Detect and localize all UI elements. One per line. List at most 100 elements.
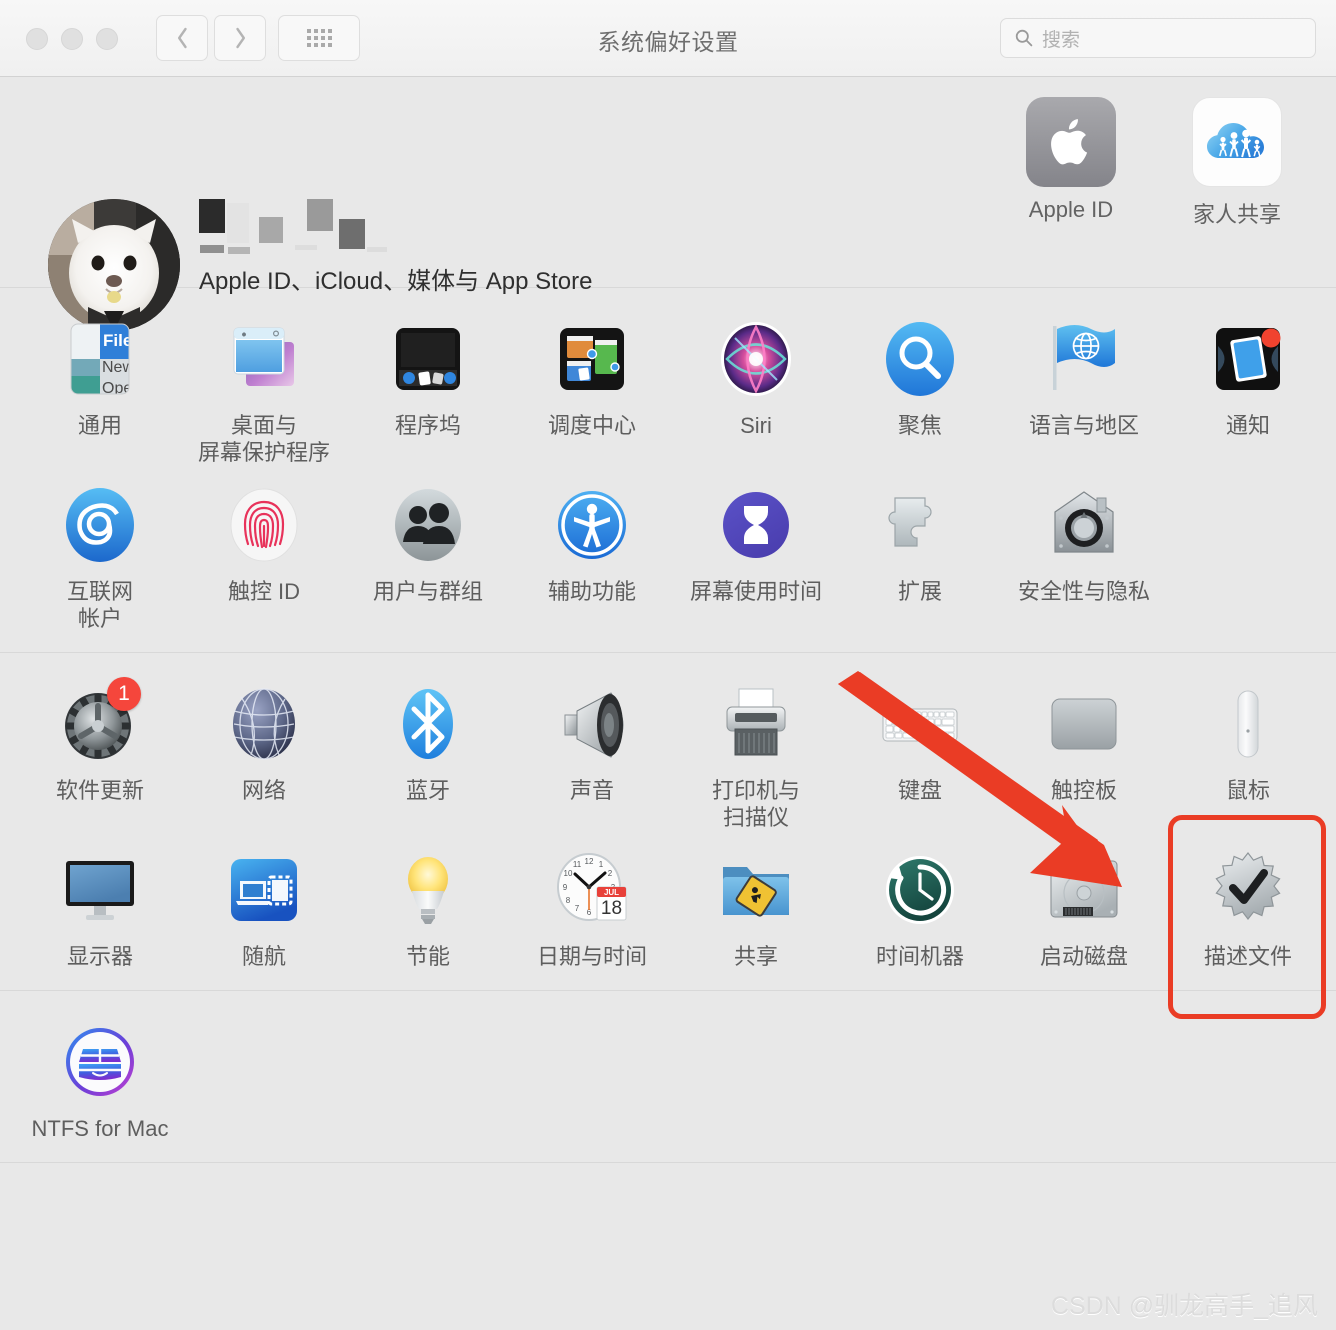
mission-control-icon [549,316,635,402]
svg-text:2: 2 [608,869,613,878]
date-time-icon: 1212 345 678 91011 JUL 18 [549,847,635,933]
users-groups-icon [385,482,471,568]
pane-software-update[interactable]: 1 软件更新 [18,671,182,837]
pane-spotlight[interactable]: 聚焦 [838,306,1002,472]
pane-ntfs-for-mac[interactable]: NTFS for Mac [18,1009,182,1148]
apple-id-section[interactable]: Apple ID、iCloud、媒体与 App Store Apple ID 家… [0,77,1336,331]
pane-label: 辅助功能 [547,579,636,604]
family-sharing-tile-icon [1192,97,1282,187]
pane-label: 扩展 [897,579,942,604]
account-text: Apple ID、iCloud、媒体与 App Store [199,199,593,296]
pane-internet-accounts[interactable]: 互联网 帐户 [18,472,182,638]
pane-screen-time[interactable]: 屏幕使用时间 [674,472,838,638]
pane-users-groups[interactable]: 用户与群组 [346,472,510,638]
notifications-icon [1205,316,1291,402]
search-input[interactable]: 搜索 [1000,18,1316,58]
pane-label: 网络 [241,778,286,803]
general-icon: File New Ope [57,316,143,402]
pane-label: 用户与群组 [372,579,483,604]
pane-label: 时间机器 [875,944,964,969]
svg-text:File: File [103,331,132,350]
pane-sharing[interactable]: 共享 [674,837,838,976]
sharing-icon [713,847,799,933]
watermark: CSDN @驯龙高手_追风 [1050,1292,1318,1320]
pane-bluetooth[interactable]: 蓝牙 [346,671,510,837]
pane-sidecar[interactable]: 随航 [182,837,346,976]
svg-text:JUL: JUL [604,888,619,897]
siri-icon [713,316,799,402]
pane-mouse[interactable]: 鼠标 [1166,671,1330,837]
pane-keyboard[interactable]: 键盘 [838,671,1002,837]
pane-apple-id[interactable]: Apple ID [1016,97,1126,229]
pane-label: 程序坞 [394,413,461,438]
startup-disk-icon [1041,847,1127,933]
account-name-redacted [199,199,429,261]
pane-family-sharing[interactable]: 家人共享 [1182,97,1292,229]
pane-row: File New Ope 通用 桌面与 屏幕保护程序 程序坞 调度中心 Siri… [0,306,1336,472]
time-machine-icon [877,847,963,933]
pane-label: 桌面与 屏幕保护程序 [197,413,330,465]
keyboard-icon [877,681,963,767]
pane-printers-scanners[interactable]: 打印机与 扫描仪 [674,671,838,837]
pane-language-region[interactable]: 语言与地区 [1002,306,1166,472]
pane-label: 打印机与 扫描仪 [711,778,800,830]
screen-time-icon [713,482,799,568]
pane-dock[interactable]: 程序坞 [346,306,510,472]
pane-label: 启动磁盘 [1039,944,1128,969]
pane-accessibility[interactable]: 辅助功能 [510,472,674,638]
pane-label: 键盘 [897,778,942,803]
spotlight-icon [877,316,963,402]
sound-icon [549,681,635,767]
pane-row: 1 软件更新 网络 蓝牙 声音 打印机与 扫描仪 键盘 触控板 鼠标 [0,671,1336,837]
software-update-icon: 1 [57,677,143,767]
pane-label: 声音 [569,778,614,803]
pane-label: 安全性与隐私 [1017,579,1150,604]
profiles-icon [1205,847,1291,933]
pane-label: 显示器 [66,944,133,969]
pane-label: 蓝牙 [405,778,450,803]
language-region-icon [1041,316,1127,402]
pane-label: 随航 [241,944,286,969]
pane-date-time[interactable]: 1212 345 678 91011 JUL 18 日期与时间 [510,837,674,976]
pane-network[interactable]: 网络 [182,671,346,837]
window-titlebar: 系统偏好设置 搜索 [0,0,1336,77]
apple-id-tile-label: Apple ID [1028,197,1114,222]
pane-desktop-screensaver[interactable]: 桌面与 屏幕保护程序 [182,306,346,472]
pane-group-thirdparty: NTFS for Mac [0,991,1336,1163]
svg-text:8: 8 [566,896,571,905]
account-subtitle: Apple ID、iCloud、媒体与 App Store [199,268,593,295]
pane-sound[interactable]: 声音 [510,671,674,837]
pane-trackpad[interactable]: 触控板 [1002,671,1166,837]
pane-label: 聚焦 [897,413,942,438]
pane-displays[interactable]: 显示器 [18,837,182,976]
pane-label: 屏幕使用时间 [689,579,822,604]
energy-saver-icon [385,847,471,933]
pane-label: 软件更新 [55,778,144,803]
mouse-icon [1205,681,1291,767]
pane-general[interactable]: File New Ope 通用 [18,306,182,472]
pane-profiles[interactable]: 描述文件 [1166,815,1330,1019]
pane-touch-id[interactable]: 触控 ID [182,472,346,638]
internet-accounts-icon [57,482,143,568]
apple-id-tile-icon [1026,97,1116,187]
status-badge: 1 [107,677,141,711]
displays-icon [57,847,143,933]
pane-label: 节能 [405,944,450,969]
bluetooth-icon [385,681,471,767]
svg-text:7: 7 [575,904,580,913]
pane-time-machine[interactable]: 时间机器 [838,837,1002,976]
pane-row: 互联网 帐户 触控 ID 用户与群组 辅助功能 屏幕使用时间 扩展 安全性与隐私 [0,472,1336,638]
pane-extensions[interactable]: 扩展 [838,472,1002,638]
touch-id-icon [221,482,307,568]
pane-energy-saver[interactable]: 节能 [346,837,510,976]
extensions-icon [877,482,963,568]
pane-siri[interactable]: Siri [674,306,838,472]
pane-label: 鼠标 [1225,778,1270,803]
pane-startup-disk[interactable]: 启动磁盘 [1002,837,1166,976]
pane-security-privacy[interactable]: 安全性与隐私 [1002,472,1166,638]
pane-notifications[interactable]: 通知 [1166,306,1330,472]
pane-mission-control[interactable]: 调度中心 [510,306,674,472]
pane-label: 调度中心 [547,413,636,438]
pane-label: 语言与地区 [1028,413,1139,438]
accessibility-icon [549,482,635,568]
